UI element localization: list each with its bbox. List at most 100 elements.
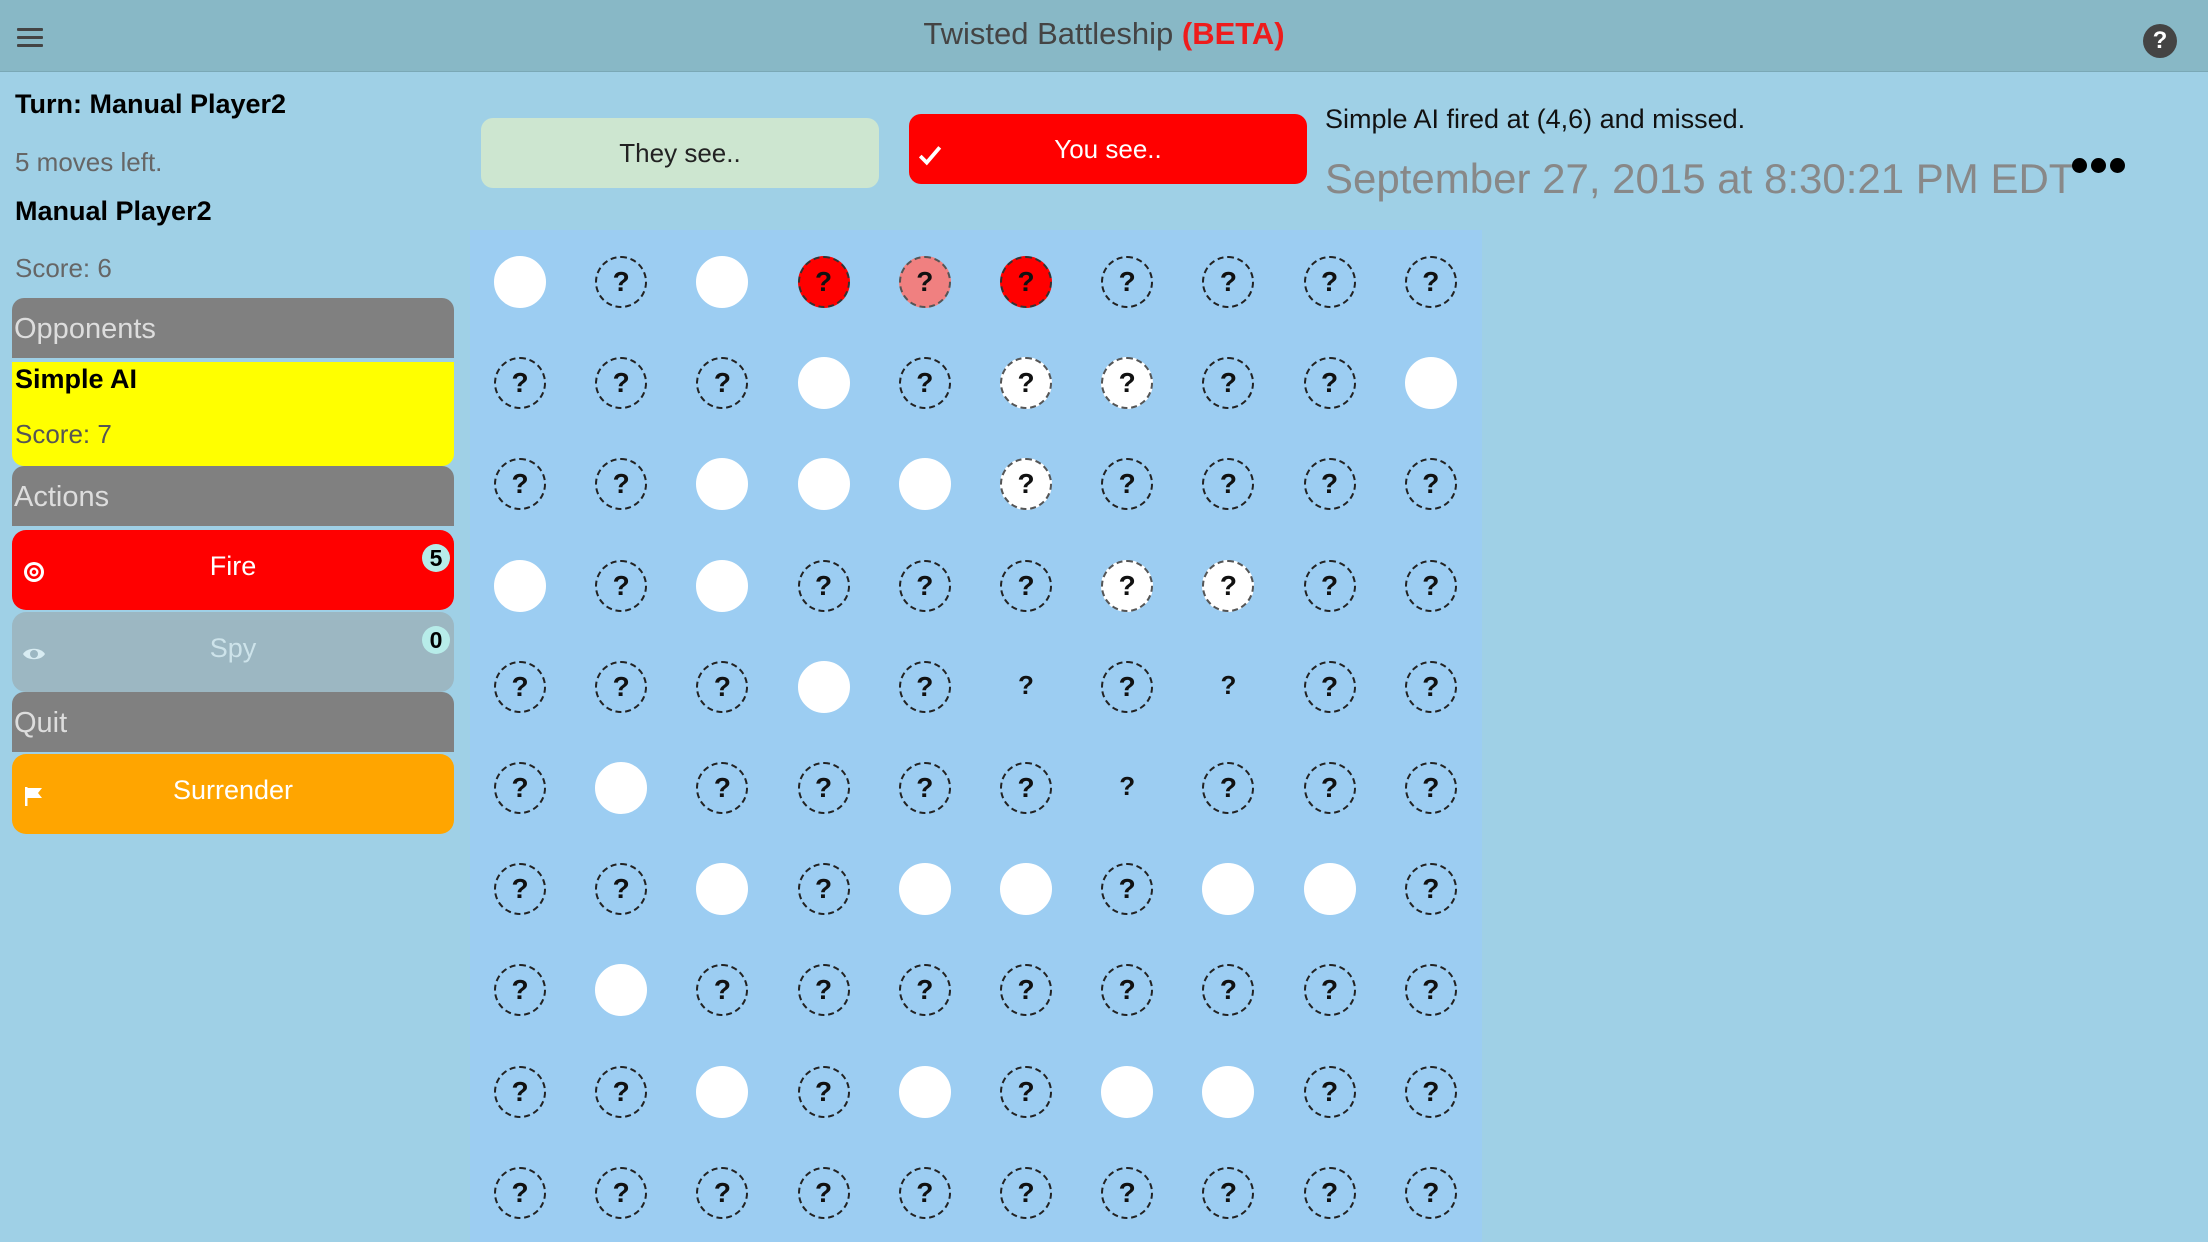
board-cell[interactable]: ? — [595, 1065, 648, 1118]
board-cell[interactable]: ? — [494, 660, 546, 713]
board-cell[interactable]: ? — [797, 964, 850, 1017]
board-cell[interactable]: ? — [696, 964, 749, 1017]
board-cell[interactable]: ? — [1101, 559, 1154, 612]
board-cell[interactable]: ? — [494, 1166, 546, 1219]
board-cell[interactable]: ? — [1101, 660, 1154, 713]
board-cell[interactable]: ? — [1303, 256, 1356, 308]
help-icon[interactable]: ? — [2143, 24, 2177, 58]
board-cell[interactable]: ? — [898, 964, 951, 1017]
board-cell[interactable] — [1202, 863, 1255, 916]
they-see-button[interactable]: They see.. — [481, 118, 879, 188]
board-cell[interactable]: ? — [1101, 357, 1154, 410]
board-cell[interactable] — [595, 964, 648, 1017]
board-cell[interactable]: ? — [898, 256, 951, 308]
opponent-card[interactable]: Simple AI Score: 7 — [12, 362, 454, 466]
board-cell[interactable]: ? — [1202, 762, 1255, 814]
board-cell[interactable]: ? — [1404, 256, 1457, 308]
board-cell[interactable]: ? — [898, 660, 951, 713]
board-cell[interactable]: ? — [1000, 1065, 1052, 1118]
board-cell[interactable]: ? — [1202, 458, 1255, 511]
board-cell[interactable]: ? — [1303, 458, 1356, 511]
board-cell[interactable]: ? — [1101, 256, 1154, 308]
fire-button[interactable]: Fire 5 — [12, 530, 454, 610]
board-cell[interactable] — [696, 256, 749, 308]
board-cell[interactable]: ? — [494, 458, 546, 511]
board-cell[interactable] — [595, 762, 648, 814]
board-cell[interactable]: ? — [1000, 458, 1052, 511]
board-cell[interactable] — [898, 863, 951, 916]
board-cell[interactable]: ? — [1202, 256, 1255, 308]
board-cell[interactable]: ? — [797, 1065, 850, 1118]
board-cell[interactable]: ? — [1101, 762, 1153, 814]
board-cell[interactable]: ? — [1303, 1166, 1356, 1219]
board-cell[interactable] — [1000, 863, 1052, 916]
board-cell[interactable]: ? — [898, 762, 951, 814]
surrender-button[interactable]: Surrender — [12, 754, 454, 834]
board-cell[interactable] — [1303, 863, 1356, 916]
board-cell[interactable]: ? — [1404, 1065, 1457, 1118]
board-cell[interactable] — [898, 458, 951, 511]
board-cell[interactable]: ? — [1404, 762, 1457, 814]
board-cell[interactable]: ? — [1000, 762, 1052, 814]
board-cell[interactable]: ? — [1101, 458, 1154, 511]
board-cell[interactable] — [494, 256, 546, 308]
board-cell[interactable]: ? — [797, 1166, 850, 1219]
board-cell[interactable] — [1101, 1065, 1154, 1118]
board-cell[interactable]: ? — [797, 256, 850, 308]
board-cell[interactable]: ? — [1303, 357, 1356, 410]
board-cell[interactable]: ? — [595, 357, 648, 410]
board-cell[interactable]: ? — [797, 762, 850, 814]
board-cell[interactable]: ? — [494, 964, 546, 1017]
board-cell[interactable]: ? — [1202, 1166, 1255, 1219]
board-cell[interactable]: ? — [1404, 458, 1457, 511]
more-options-icon[interactable] — [2072, 158, 2125, 173]
board-cell[interactable]: ? — [1101, 964, 1154, 1017]
spy-button[interactable]: Spy 0 — [12, 612, 454, 692]
board-cell[interactable]: ? — [1000, 661, 1052, 713]
board-cell[interactable]: ? — [1202, 661, 1254, 713]
board-cell[interactable]: ? — [1404, 660, 1457, 713]
board-cell[interactable]: ? — [494, 1065, 546, 1118]
board-cell[interactable] — [696, 559, 749, 612]
board-cell[interactable]: ? — [1303, 1065, 1356, 1118]
board-cell[interactable]: ? — [696, 762, 749, 814]
board-cell[interactable]: ? — [1404, 863, 1457, 916]
board-cell[interactable]: ? — [1000, 559, 1052, 612]
board-cell[interactable]: ? — [1404, 964, 1457, 1017]
board-cell[interactable]: ? — [494, 762, 546, 814]
board-cell[interactable]: ? — [797, 559, 850, 612]
board-cell[interactable]: ? — [898, 357, 951, 410]
board-cell[interactable]: ? — [1303, 559, 1356, 612]
board-cell[interactable] — [696, 863, 749, 916]
board-cell[interactable]: ? — [1303, 964, 1356, 1017]
you-see-button[interactable]: You see.. — [909, 114, 1307, 184]
board-cell[interactable]: ? — [1000, 256, 1052, 308]
board-cell[interactable]: ? — [1101, 1166, 1154, 1219]
board-cell[interactable] — [1202, 1065, 1255, 1118]
board-cell[interactable]: ? — [1000, 1166, 1052, 1219]
board-cell[interactable] — [797, 458, 850, 511]
board-cell[interactable]: ? — [1303, 762, 1356, 814]
board-cell[interactable]: ? — [898, 1166, 951, 1219]
board-cell[interactable]: ? — [1000, 964, 1052, 1017]
board-cell[interactable]: ? — [595, 1166, 648, 1219]
board-cell[interactable]: ? — [797, 863, 850, 916]
board-cell[interactable] — [494, 559, 546, 612]
board-cell[interactable]: ? — [595, 256, 648, 308]
board-cell[interactable]: ? — [1202, 964, 1255, 1017]
board-cell[interactable]: ? — [1404, 559, 1457, 612]
board-cell[interactable] — [797, 357, 850, 410]
board-cell[interactable] — [696, 458, 749, 511]
board-cell[interactable] — [1404, 357, 1457, 410]
board-cell[interactable]: ? — [1404, 1166, 1457, 1219]
board-cell[interactable]: ? — [494, 357, 546, 410]
board-cell[interactable] — [696, 1065, 749, 1118]
board-cell[interactable]: ? — [898, 559, 951, 612]
board-cell[interactable] — [898, 1065, 951, 1118]
board-cell[interactable]: ? — [696, 1166, 749, 1219]
board-cell[interactable] — [797, 660, 850, 713]
board-cell[interactable]: ? — [595, 559, 648, 612]
board-cell[interactable]: ? — [1202, 559, 1255, 612]
board-cell[interactable]: ? — [595, 660, 648, 713]
board-cell[interactable]: ? — [595, 863, 648, 916]
